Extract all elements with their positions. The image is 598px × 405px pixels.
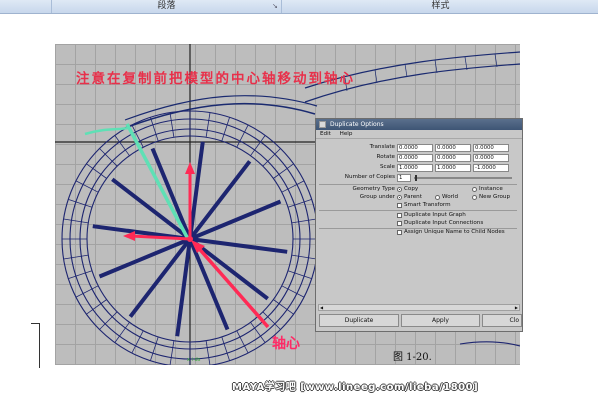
viewport-axis-label: x i ds [187, 357, 201, 363]
ring-segment [205, 112, 211, 138]
smart-transform-label: Smart Transform [404, 202, 451, 208]
pivot-center-dot [187, 236, 193, 242]
dialog-launcher-icon[interactable]: ↘ [272, 2, 278, 10]
selected-arch-segment [84, 126, 130, 136]
close-button[interactable]: Clo [482, 314, 522, 327]
document-page: 段落 ↘ 样式 x i ds 注意在复制前把模型的中心轴移动到轴心 轴心 Dup… [0, 0, 598, 405]
duplicate-input-graph-checkbox[interactable] [397, 213, 402, 218]
rail-segments [344, 53, 498, 92]
watermark-text: MAYA学习吧 [www.lineeg.com/lieba/1800] [232, 382, 479, 393]
ring-segment [205, 340, 211, 365]
copies-slider[interactable] [414, 177, 512, 179]
geometry-instance-radio[interactable] [472, 187, 477, 192]
translate-z-field[interactable]: 0.0000 [473, 144, 509, 152]
smart-transform-checkbox[interactable] [397, 203, 402, 208]
crop-mark [31, 323, 40, 368]
duplicate-input-graph-label: Duplicate Input Graph [404, 212, 466, 218]
ring-segment [281, 180, 305, 193]
duplicate-input-connections-checkbox[interactable] [397, 221, 402, 226]
ribbon-group-styles: 样式 [283, 0, 598, 13]
ring-segment [75, 285, 99, 298]
ring-segment [169, 112, 175, 138]
rotate-z-field[interactable]: 0.0000 [473, 154, 509, 162]
geometry-type-label: Geometry Type [352, 186, 395, 192]
ring-segment [291, 254, 317, 260]
duplicate-input-connections-label: Duplicate Input Connections [404, 220, 484, 226]
ring-segment [169, 340, 175, 365]
pivot-pointer-arrow [193, 242, 270, 329]
group-newgroup-label: New Group [479, 194, 511, 200]
ring-segment [281, 285, 305, 298]
dialog-menubar: Edit Help [316, 130, 522, 139]
scroll-right-arrow-icon[interactable]: ▶ [515, 305, 518, 310]
scale-y-field[interactable]: 1.0000 [435, 164, 471, 172]
copies-label: Number of Copies [344, 174, 395, 180]
rotate-x-field[interactable]: 0.0000 [397, 154, 433, 162]
separator [319, 210, 517, 211]
geometry-instance-label: Instance [479, 186, 503, 192]
ring-segment [291, 218, 317, 224]
ring-segment [131, 330, 144, 354]
maya-app-icon [319, 121, 326, 128]
ring-segment [287, 199, 312, 208]
figure-caption: 图 1-20. [393, 352, 432, 363]
duplicate-button[interactable]: Duplicate [319, 314, 399, 327]
assign-unique-name-checkbox[interactable] [397, 230, 402, 235]
ring-segment [63, 218, 89, 224]
geometry-copy-label: Copy [404, 186, 419, 192]
ribbon-group-paragraph: 段落 [52, 0, 282, 13]
background-curve [459, 341, 520, 347]
pivot-arrowhead-up [185, 162, 195, 174]
group-parent-label: Parent [404, 194, 422, 200]
group-under-label: Group under [359, 194, 395, 200]
ring-segment [150, 336, 159, 361]
dialog-horizontal-scrollbar[interactable]: ◀ ▶ [318, 304, 520, 311]
ring-segment [68, 199, 93, 208]
ring-segment [75, 180, 99, 193]
rotate-y-field[interactable]: 0.0000 [435, 154, 471, 162]
ribbon-group-label: 段落 [157, 1, 176, 11]
ring-segment [221, 117, 230, 142]
apply-button[interactable]: Apply [401, 314, 480, 327]
scale-label: Scale [379, 164, 395, 170]
dialog-title: Duplicate Options [330, 121, 384, 128]
ring-segment [236, 124, 249, 148]
ring-segment [236, 330, 249, 354]
translate-x-field[interactable]: 0.0000 [397, 144, 433, 152]
group-world-label: World [442, 194, 459, 200]
copies-slider-handle[interactable] [415, 175, 417, 181]
group-parent-radio[interactable] [397, 195, 402, 200]
pivot-label: 轴心 [272, 336, 300, 352]
group-newgroup-radio[interactable] [472, 195, 477, 200]
rotate-label: Rotate [376, 154, 395, 160]
annotation-text: 注意在复制前把模型的中心轴移动到轴心 [76, 71, 355, 87]
ribbon-strip: 段落 ↘ 样式 [0, 0, 598, 14]
translate-y-field[interactable]: 0.0000 [435, 144, 471, 152]
geometry-copy-radio[interactable] [397, 187, 402, 192]
ring-segment [68, 270, 93, 279]
group-world-radio[interactable] [435, 195, 440, 200]
ribbon-group-label: 样式 [431, 1, 450, 11]
scale-z-field[interactable]: -1.0000 [473, 164, 509, 172]
assign-unique-name-label: Assign Unique Name to Child Nodes [404, 229, 505, 235]
ring-segment [150, 117, 159, 142]
ring-segment [221, 336, 230, 361]
duplicate-options-dialog: Duplicate Options Edit Help Translate 0.… [315, 118, 523, 332]
copies-field[interactable]: 1 [397, 174, 411, 182]
ring-segment [287, 270, 312, 279]
scale-x-field[interactable]: 1.0000 [397, 164, 433, 172]
separator [319, 184, 517, 185]
ribbon-group-font [0, 0, 52, 13]
dialog-titlebar[interactable]: Duplicate Options [316, 119, 522, 130]
scroll-left-arrow-icon[interactable]: ◀ [320, 305, 323, 310]
ring-segment [63, 254, 89, 260]
menu-help[interactable]: Help [340, 131, 353, 137]
translate-label: Translate [369, 144, 395, 150]
menu-edit[interactable]: Edit [320, 131, 331, 137]
